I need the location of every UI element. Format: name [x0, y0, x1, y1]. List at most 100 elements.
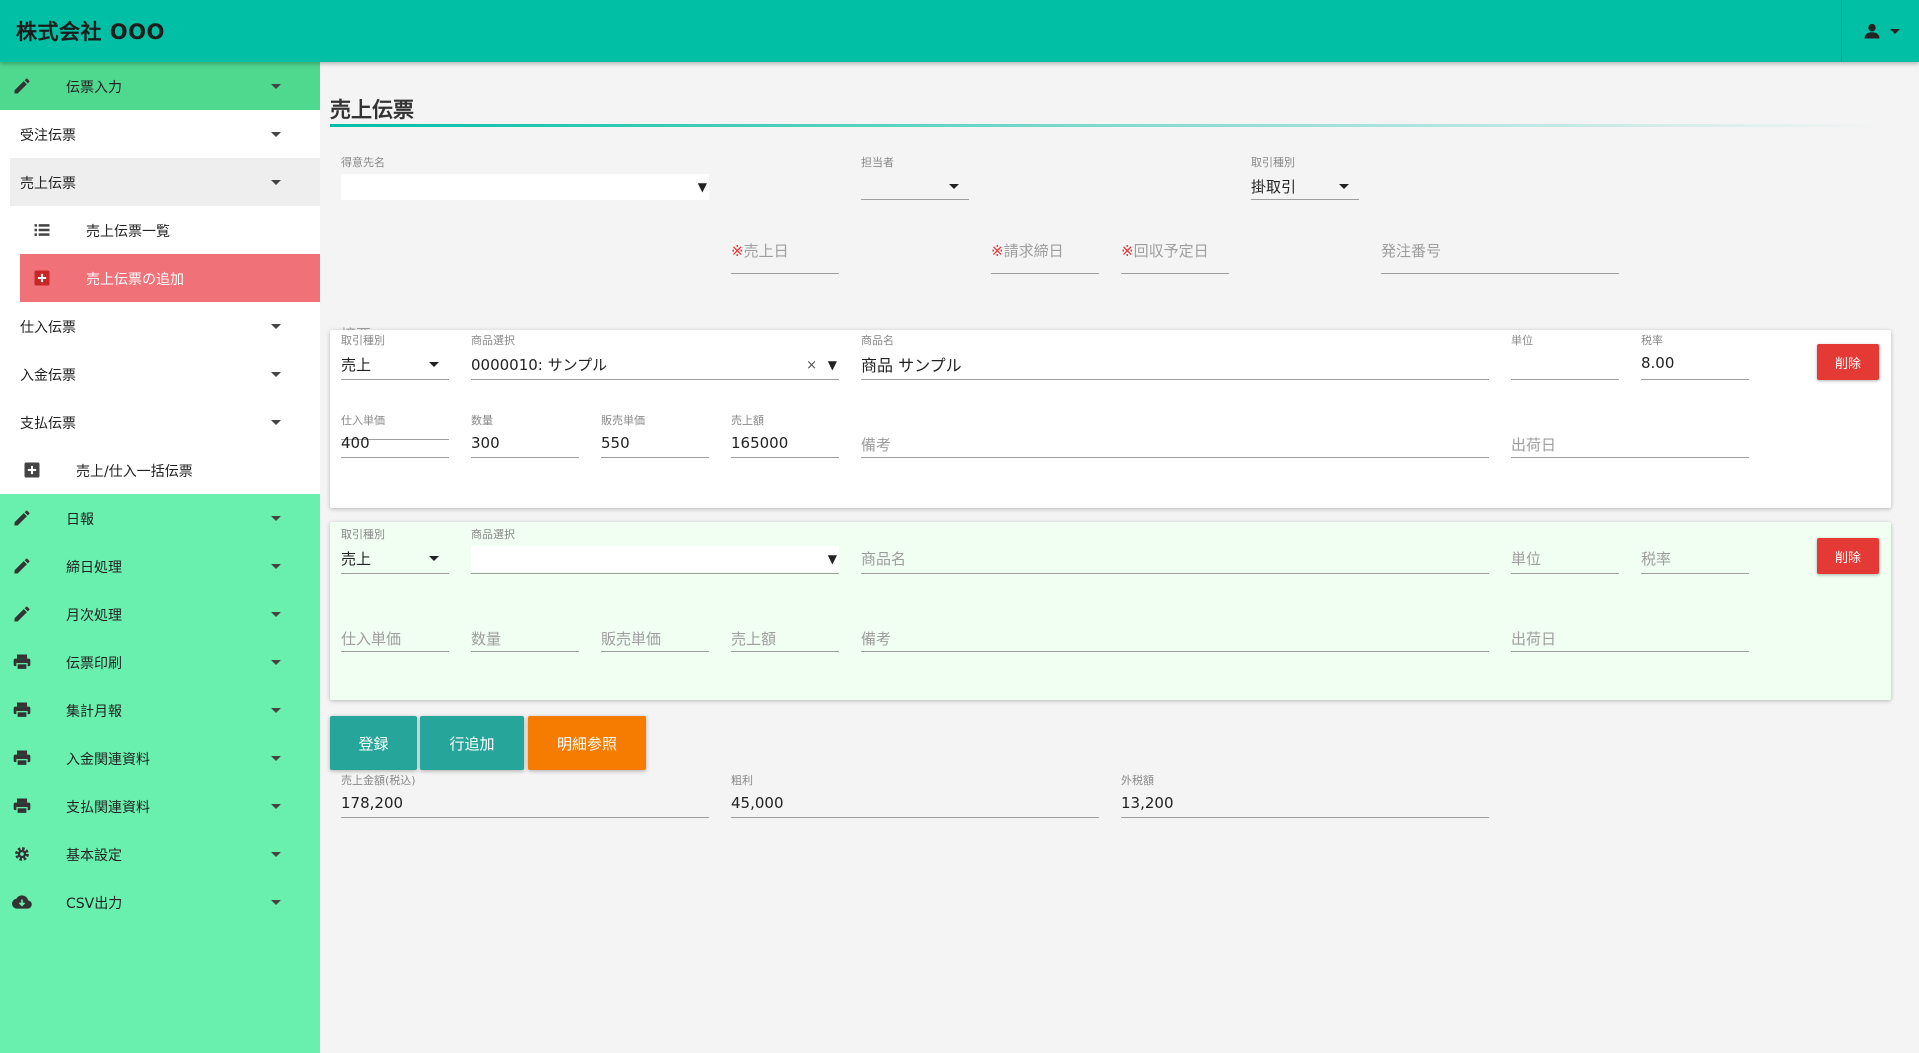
customer-select[interactable]: 得意先名 ▼: [341, 154, 709, 200]
line2-unit-field[interactable]: 単位: [1511, 526, 1619, 574]
chevron-down-icon: [271, 708, 281, 713]
plus-box-icon: [34, 270, 50, 286]
sidebar-item-payment-slip[interactable]: 支払伝票: [0, 398, 320, 446]
line1-cost-field[interactable]: 仕入単価 400: [341, 412, 449, 458]
chevron-down-icon: [271, 900, 281, 905]
sidebar-section-label: 入金関連資料: [66, 752, 150, 768]
field-label: 担当者: [861, 156, 894, 169]
line2-product-select[interactable]: 商品選択 ▼: [471, 526, 839, 574]
sidebar-section-slip-entry[interactable]: 伝票入力: [0, 62, 320, 110]
sidebar-section-monthly[interactable]: 月次処理: [0, 590, 320, 638]
line1-quantity-field[interactable]: 数量 300: [471, 412, 579, 458]
sidebar-section-deposit-docs[interactable]: 入金関連資料: [0, 734, 320, 782]
sidebar-item-sales-slip-list[interactable]: 売上伝票一覧: [0, 206, 320, 254]
sales-total-field: 売上金額(税込) 178,200: [341, 772, 709, 818]
sidebar-section-label: 月次処理: [66, 608, 122, 624]
gear-icon: [15, 847, 29, 861]
chevron-down-icon: [271, 852, 281, 857]
pencil-icon: [14, 78, 30, 94]
line1-unit-field[interactable]: 単位: [1511, 332, 1619, 380]
line1-ship-date-field[interactable]: 出荷日: [1511, 412, 1749, 458]
pencil-icon: [14, 558, 30, 574]
top-bar: 株式会社 OOO: [0, 0, 1919, 62]
list-icon: [34, 224, 50, 236]
line1-tax-rate-field[interactable]: 税率 8.00: [1641, 332, 1749, 380]
field-label: 取引種別: [1251, 156, 1295, 169]
clear-icon[interactable]: ×: [806, 358, 817, 373]
sidebar-item-purchase-slip[interactable]: 仕入伝票: [0, 302, 320, 350]
line1-price-field[interactable]: 販売単価 550: [601, 412, 709, 458]
sidebar-section-csv-export[interactable]: CSV出力: [0, 878, 320, 926]
trade-type-select[interactable]: 取引種別 掛取引: [1251, 154, 1359, 200]
sidebar: 伝票入力 受注伝票 売上伝票 売上伝票一覧 売上伝票の追加 仕入伝票 入金伝票 …: [0, 62, 320, 1053]
line2-quantity-field[interactable]: 数量: [471, 606, 579, 652]
line1-product-name-field[interactable]: 商品名 商品 サンプル: [861, 332, 1489, 380]
collection-date-field[interactable]: ※回収予定日: [1121, 226, 1229, 274]
field-label: 取引種別: [341, 334, 385, 347]
chevron-down-icon: [271, 84, 281, 89]
field-label: 税率: [1641, 334, 1663, 347]
sidebar-section-label: CSV出力: [66, 896, 123, 912]
sidebar-item-label: 入金伝票: [20, 368, 76, 384]
gross-profit-field: 粗利 45,000: [731, 772, 1099, 818]
line2-note-field[interactable]: 備考: [861, 606, 1489, 652]
line2-delete-button[interactable]: 削除: [1817, 538, 1879, 574]
external-tax-field: 外税額 13,200: [1121, 772, 1489, 818]
line1-note-field[interactable]: 備考: [861, 412, 1489, 458]
printer-icon: [13, 798, 31, 815]
sidebar-item-order-slip[interactable]: 受注伝票: [0, 110, 320, 158]
line2-product-name-field[interactable]: 商品名: [861, 526, 1489, 574]
sidebar-section-monthly-summary[interactable]: 集計月報: [0, 686, 320, 734]
sidebar-item-sales-slip[interactable]: 売上伝票: [10, 158, 320, 206]
sidebar-section-settings[interactable]: 基本設定: [0, 830, 320, 878]
sidebar-item-label: 受注伝票: [20, 128, 76, 144]
chevron-down-icon: [271, 804, 281, 809]
printer-icon: [13, 654, 31, 671]
user-menu-button[interactable]: [1841, 0, 1919, 62]
line2-trade-type-select[interactable]: 取引種別 売上: [341, 526, 449, 574]
register-button[interactable]: 登録: [330, 716, 417, 770]
add-row-button[interactable]: 行追加: [420, 716, 524, 770]
title-underline: [330, 124, 1880, 127]
sale-date-field[interactable]: ※売上日: [731, 226, 839, 274]
line2-price-field[interactable]: 販売単価: [601, 606, 709, 652]
sidebar-section-payment-docs[interactable]: 支払関連資料: [0, 782, 320, 830]
sidebar-section-closing[interactable]: 締日処理: [0, 542, 320, 590]
detail-reference-button[interactable]: 明細参照: [528, 716, 646, 770]
field-label: 商品選択: [471, 528, 515, 541]
dropdown-triangle-icon: ▼: [827, 552, 837, 566]
sidebar-section-slip-print[interactable]: 伝票印刷: [0, 638, 320, 686]
line2-tax-rate-field[interactable]: 税率: [1641, 526, 1749, 574]
line1-trade-type-select[interactable]: 取引種別 売上: [341, 332, 449, 380]
line1-amount-field[interactable]: 売上額 165000: [731, 412, 839, 458]
chevron-down-icon: [271, 324, 281, 329]
pencil-icon: [14, 606, 30, 622]
line1-product-select[interactable]: 商品選択 0000010: サンプル × ▼: [471, 332, 839, 380]
printer-icon: [13, 750, 31, 767]
line1-delete-button[interactable]: 削除: [1817, 344, 1879, 380]
chevron-down-icon: [271, 372, 281, 377]
line2-ship-date-field[interactable]: 出荷日: [1511, 606, 1749, 652]
sidebar-item-add-sales-slip[interactable]: 売上伝票の追加: [20, 254, 320, 302]
chevron-down-icon: [429, 362, 439, 367]
main-content: 売上伝票 得意先名 ▼ ※売上日 担当者 ※請求締日 ※回収予定日 取引種別 掛…: [320, 62, 1919, 1053]
sidebar-item-label: 仕入伝票: [20, 320, 76, 336]
closing-date-field[interactable]: ※請求締日: [991, 226, 1099, 274]
field-label: 商品名: [861, 334, 894, 347]
user-icon: [1864, 23, 1879, 39]
field-label: 取引種別: [341, 528, 385, 541]
sidebar-item-deposit-slip[interactable]: 入金伝票: [0, 350, 320, 398]
chevron-down-icon: [271, 612, 281, 617]
dropdown-triangle-icon: ▼: [827, 358, 837, 372]
chevron-down-icon: [271, 180, 281, 185]
order-number-field[interactable]: 発注番号: [1381, 226, 1619, 274]
sidebar-section-daily-report[interactable]: 日報: [0, 494, 320, 542]
sidebar-item-bulk-slip[interactable]: 売上/仕入一括伝票: [0, 446, 320, 494]
sidebar-item-label: 支払伝票: [20, 416, 76, 432]
staff-select[interactable]: 担当者: [861, 154, 969, 200]
printer-icon: [13, 702, 31, 719]
line2-cost-field[interactable]: 仕入単価: [341, 606, 449, 652]
sidebar-item-label: 売上/仕入一括伝票: [76, 464, 193, 480]
line2-amount-field[interactable]: 売上額: [731, 606, 839, 652]
sidebar-section-label: 伝票入力: [66, 80, 122, 96]
